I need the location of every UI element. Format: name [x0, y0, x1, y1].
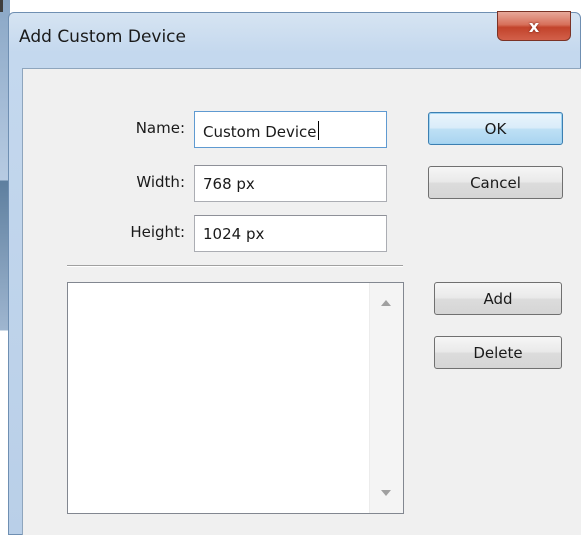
delete-button[interactable]: Delete: [434, 336, 562, 369]
add-custom-device-dialog: Add Custom Device x Name: Custom Device …: [8, 11, 581, 535]
width-field[interactable]: 768 px: [194, 165, 387, 202]
scroll-up-arrow-icon[interactable]: [381, 300, 391, 306]
scroll-down-arrow-icon[interactable]: [381, 490, 391, 496]
width-field-value: 768 px: [203, 175, 255, 193]
width-label: Width:: [136, 173, 185, 191]
background-window-corner: [0, 0, 3, 12]
vertical-scrollbar[interactable]: [369, 283, 403, 513]
device-list[interactable]: [67, 282, 404, 514]
ok-button[interactable]: OK: [428, 112, 563, 145]
add-button[interactable]: Add: [434, 282, 562, 315]
dialog-title: Add Custom Device: [19, 27, 186, 47]
height-label: Height:: [130, 223, 185, 241]
close-icon: x: [528, 16, 540, 36]
close-button[interactable]: x: [497, 11, 571, 41]
height-field-value: 1024 px: [203, 225, 265, 243]
text-caret: [317, 121, 319, 140]
name-label: Name:: [135, 119, 185, 137]
cancel-button[interactable]: Cancel: [428, 166, 563, 199]
height-field[interactable]: 1024 px: [194, 215, 387, 252]
name-field-value: Custom Device: [203, 123, 317, 141]
separator: [67, 265, 403, 267]
name-field[interactable]: Custom Device: [194, 111, 387, 148]
dialog-body: Name: Custom Device Width: 768 px Height…: [22, 68, 581, 535]
